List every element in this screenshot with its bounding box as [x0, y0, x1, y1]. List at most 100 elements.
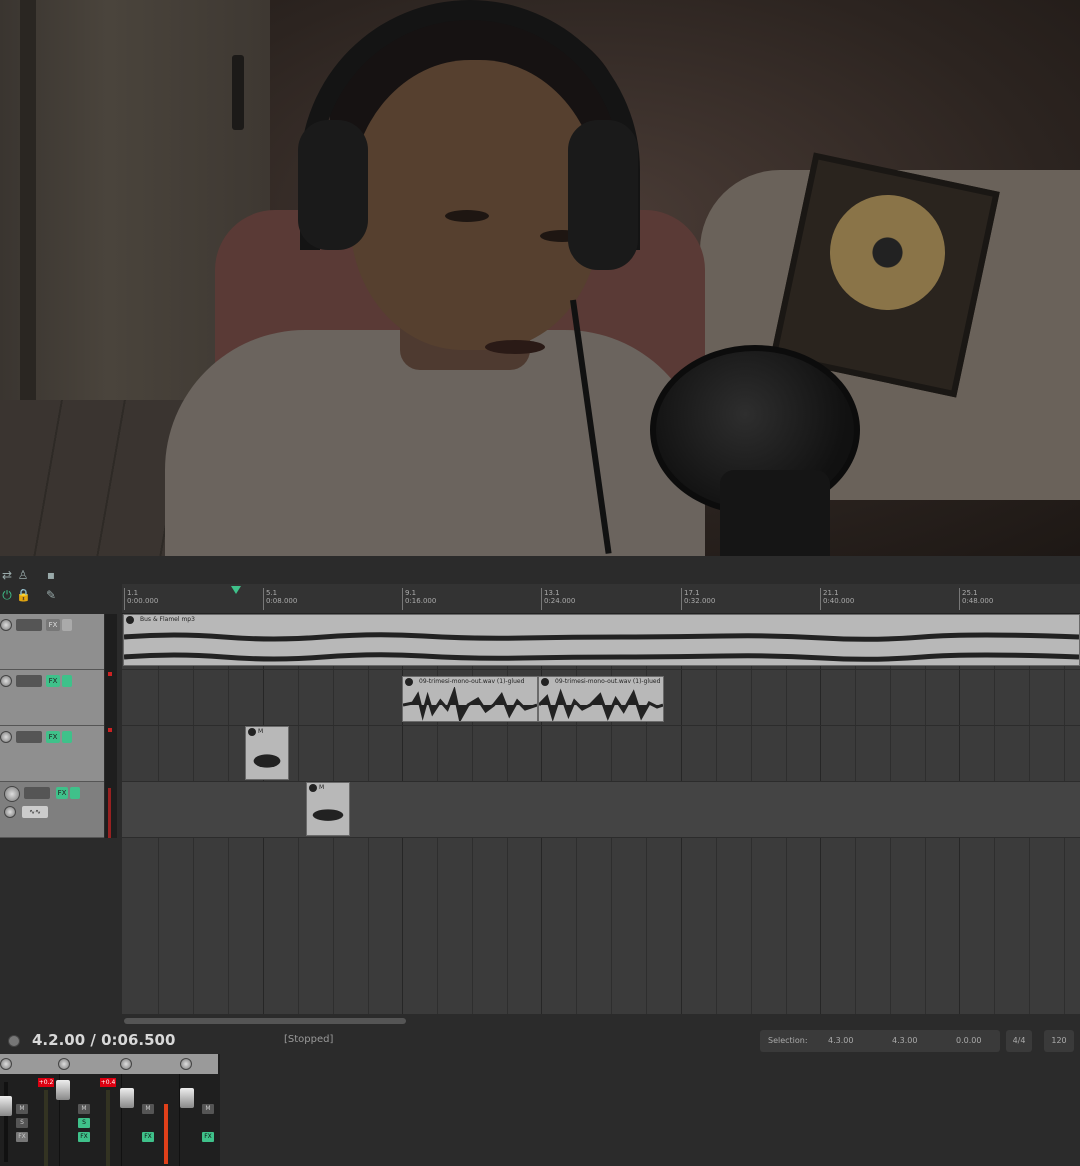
route-icon[interactable]: ⇄ — [0, 568, 14, 582]
waveform — [124, 632, 1079, 662]
fx-bypass-button[interactable] — [62, 731, 72, 743]
fx-bypass-button[interactable] — [70, 787, 80, 799]
input-monitor-knob[interactable] — [4, 806, 16, 818]
daw-window: ⇄ ♙ ▪ ⏻ 🔒 ✎ 1.1 0:00.000 5.1 0:08.000 9.1 0… — [0, 556, 1080, 1166]
envelope-icon[interactable]: ♙ — [16, 568, 30, 582]
ruler-mark — [820, 588, 821, 610]
fx-bypass-button[interactable] — [62, 675, 72, 687]
media-item[interactable]: 09-trimesi-mono-out.wav (1)-glued — [538, 676, 664, 722]
ruler-label: 17.1 0:32.000 — [684, 589, 716, 605]
fx-button[interactable]: FX — [46, 619, 60, 631]
pencil-icon[interactable]: ✎ — [44, 588, 58, 602]
mute-button[interactable]: M — [202, 1104, 214, 1114]
selection-label: Selection: — [768, 1036, 808, 1045]
screen: ⇄ ♙ ▪ ⏻ 🔒 ✎ 1.1 0:00.000 5.1 0:08.000 9.1 0… — [0, 0, 1080, 1166]
record-arm-button[interactable] — [24, 787, 50, 799]
ruler-label: 25.1 0:48.000 — [962, 589, 994, 605]
mute-button[interactable]: M — [78, 1104, 90, 1114]
selection-end[interactable]: 4.3.00 — [892, 1036, 917, 1045]
automation-button[interactable]: ∿∿ — [22, 806, 48, 818]
pan-knob[interactable] — [58, 1058, 70, 1070]
track-control-panel[interactable]: FX — [0, 614, 104, 670]
track-meter — [105, 782, 117, 838]
fx-button[interactable]: FX — [78, 1132, 90, 1142]
peak-indicator: +0.4 — [100, 1078, 116, 1087]
fx-button[interactable]: FX — [16, 1132, 28, 1142]
pan-knob[interactable] — [120, 1058, 132, 1070]
item-label: M — [319, 784, 325, 791]
mixer-strip[interactable]: M FX — [120, 1074, 180, 1166]
ruler-label: 21.1 0:40.000 — [823, 589, 855, 605]
fx-button[interactable]: FX — [56, 787, 68, 799]
waveform — [403, 687, 537, 721]
media-item[interactable]: M — [306, 782, 350, 836]
ruler-mark — [681, 588, 682, 610]
record-arm-button[interactable] — [16, 619, 42, 631]
fx-button[interactable]: FX — [46, 731, 60, 743]
selection-length[interactable]: 0.0.00 — [956, 1036, 981, 1045]
ruler-label: 1.1 0:00.000 — [127, 589, 159, 605]
mixer-strip[interactable]: M FX — [180, 1074, 240, 1166]
fx-button[interactable]: FX — [142, 1132, 154, 1142]
fx-button[interactable]: FX — [46, 675, 60, 687]
tempo[interactable]: 120 — [1044, 1030, 1074, 1052]
level-meter-active — [164, 1104, 168, 1164]
track-lane-selected[interactable] — [122, 782, 1080, 838]
peak-indicator: +0.2 — [38, 1078, 54, 1087]
door-frame — [20, 0, 36, 420]
track-meter — [105, 614, 117, 670]
time-display[interactable]: 4.2.00 / 0:06.500 — [32, 1031, 175, 1049]
lock-icon[interactable]: 🔒 — [16, 588, 31, 602]
mute-button[interactable]: M — [16, 1104, 28, 1114]
ruler-label: 9.1 0:16.000 — [405, 589, 437, 605]
person-mouth — [485, 340, 545, 354]
record-arm-button[interactable] — [16, 731, 42, 743]
ruler-mark — [124, 588, 125, 610]
pause-icon[interactable] — [8, 1035, 20, 1047]
volume-knob[interactable] — [0, 731, 12, 743]
volume-fader[interactable] — [180, 1088, 194, 1108]
mute-button[interactable]: M — [142, 1104, 154, 1114]
level-meter — [106, 1090, 110, 1166]
record-arm-button[interactable] — [16, 675, 42, 687]
headphone-cup-right — [568, 120, 638, 270]
mixer-header — [0, 1054, 218, 1074]
grid-icon[interactable]: ▪ — [44, 568, 58, 582]
pan-knob[interactable] — [180, 1058, 192, 1070]
mixer-strip[interactable]: M S FX +0.4 — [62, 1074, 122, 1166]
volume-knob[interactable] — [0, 675, 12, 687]
volume-knob[interactable] — [4, 786, 20, 802]
fx-bypass-button[interactable] — [62, 619, 72, 631]
clip-indicator — [108, 728, 112, 732]
edit-cursor-marker[interactable] — [231, 586, 241, 594]
ruler-mark — [541, 588, 542, 610]
record-meter — [108, 788, 111, 838]
track-control-panel[interactable]: FX — [0, 726, 104, 782]
timeline-ruler[interactable]: 1.1 0:00.000 5.1 0:08.000 9.1 0:16.000 13.1… — [122, 584, 1080, 614]
level-meter — [44, 1090, 48, 1166]
media-item[interactable]: M — [245, 726, 289, 780]
track-toolbar: ⇄ ♙ ▪ ⏻ 🔒 ✎ — [0, 564, 120, 608]
track-control-panel[interactable]: FX — [0, 670, 104, 726]
media-item[interactable]: Bus & Flamel mp3 — [123, 614, 1080, 666]
volume-fader[interactable] — [0, 1096, 12, 1116]
play-status: [Stopped] — [284, 1034, 334, 1045]
mixer-strip[interactable]: +0.2 M S FX — [0, 1074, 70, 1166]
ruler-mark — [263, 588, 264, 610]
fx-button[interactable]: FX — [202, 1132, 214, 1142]
horizontal-scrollbar[interactable] — [124, 1018, 406, 1024]
media-item[interactable]: 09-trimesi-mono-out.wav (1)-glued — [402, 676, 538, 722]
solo-button[interactable]: S — [78, 1118, 90, 1128]
volume-knob[interactable] — [0, 619, 12, 631]
track-control-panel-selected[interactable]: FX ∿∿ — [0, 782, 104, 838]
power-icon[interactable]: ⏻ — [0, 588, 14, 602]
fader-track — [4, 1082, 8, 1162]
volume-fader[interactable] — [120, 1088, 134, 1108]
webcam-feed — [0, 0, 1080, 556]
time-signature[interactable]: 4/4 — [1006, 1030, 1032, 1052]
item-label: 09-trimesi-mono-out.wav (1)-glued — [555, 678, 661, 685]
ruler-mark — [402, 588, 403, 610]
pan-knob[interactable] — [0, 1058, 12, 1070]
selection-start[interactable]: 4.3.00 — [828, 1036, 853, 1045]
solo-button[interactable]: S — [16, 1118, 28, 1128]
